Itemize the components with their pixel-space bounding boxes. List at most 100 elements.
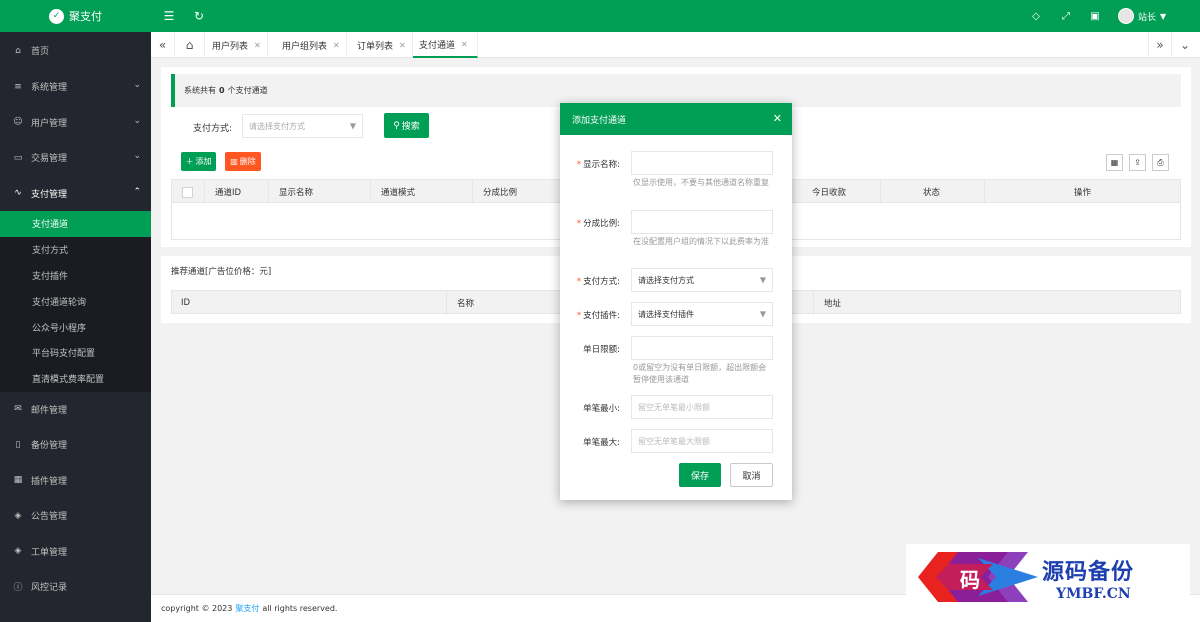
day-limit-input[interactable] (631, 336, 773, 360)
tab-user-group[interactable]: 用户组列表 ✕ (276, 32, 347, 58)
ratio-input[interactable] (631, 210, 773, 234)
col-ratio: 分成比例 (472, 180, 572, 204)
sidebar-sub-plugin[interactable]: 支付插件 (0, 263, 151, 289)
sidebar-sub-channel[interactable]: 支付通道 (0, 211, 151, 237)
lock-icon[interactable]: ▣ (1087, 0, 1103, 32)
delete-label: 删除 (239, 157, 256, 166)
sidebar-sub-rate[interactable]: 直清模式费率配置 (0, 366, 151, 392)
sidebar-item-system[interactable]: ≡ 系统管理 ⌄ (0, 69, 151, 105)
refresh-icon[interactable]: ↻ (190, 0, 208, 32)
file-icon: ▭ (13, 152, 23, 163)
close-icon[interactable]: ✕ (461, 40, 468, 49)
sidebar-item-backup[interactable]: ▯ 备份管理 (0, 427, 151, 463)
modal-header: 添加支付通道 ✕ (560, 103, 792, 135)
tab-label: 用户组列表 (282, 41, 328, 52)
chevron-down-icon: ⌄ (133, 151, 141, 161)
tab-scroll-left-icon[interactable]: « (151, 32, 175, 58)
close-icon[interactable]: ✕ (333, 41, 340, 50)
filter-placeholder: 请选择支付方式 (249, 121, 305, 131)
sidebar-item-notice[interactable]: ◈ 公告管理 (0, 498, 151, 534)
menu-toggle-icon[interactable]: ☰ (160, 0, 178, 32)
columns-icon[interactable]: ▦ (1106, 154, 1123, 171)
home-icon: ⌂ (15, 45, 21, 56)
sidebar-item-risk[interactable]: ⓘ 风控记录 (0, 569, 151, 605)
app-title: 聚支付 (69, 10, 102, 23)
delete-button[interactable]: ▥ 删除 (225, 152, 261, 171)
sidebar-item-plugin[interactable]: ▦ 插件管理 (0, 463, 151, 499)
max-placeholder: 留空无单笔最大限额 (638, 436, 710, 446)
export-icon[interactable]: ⇪ (1129, 154, 1146, 171)
watermark-title: 源码备份 (1042, 559, 1135, 585)
fullscreen-icon[interactable]: ⤢ (1058, 0, 1074, 32)
sidebar-item-label: 邮件管理 (31, 405, 68, 416)
max-label: 单笔最大: (583, 438, 620, 448)
pay-type-select[interactable]: 请选择支付方式 ▼ (631, 268, 773, 292)
user-menu[interactable]: 站长 ▼ (1118, 0, 1166, 32)
close-icon[interactable]: ✕ (773, 112, 782, 125)
display-name-input[interactable] (631, 151, 773, 175)
search-button[interactable]: ⚲ 搜索 (384, 113, 429, 138)
close-icon[interactable]: ✕ (399, 41, 406, 50)
pay-type-label: * 支付方式: (576, 277, 620, 287)
select-all-checkbox[interactable] (182, 180, 193, 204)
save-button[interactable]: 保存 (679, 463, 721, 487)
app-logo[interactable]: ✓ 聚支付 (0, 0, 151, 32)
ratio-label: * 分成比例: (576, 219, 620, 229)
sidebar-item-label: 工单管理 (31, 547, 68, 558)
sidebar-item-label: 交易管理 (31, 154, 68, 165)
tab-orders[interactable]: 订单列表 ✕ (351, 32, 413, 58)
caret-down-icon: ▼ (759, 275, 766, 285)
sidebar-item-label: 风控记录 (31, 583, 68, 594)
add-button[interactable]: ＋添加 (181, 152, 216, 171)
sidebar: ⌂ 首页 ≡ 系统管理 ⌄ ☺ 用户管理 ⌄ ▭ 交易管理 ⌄ ∿ 支付管理 ⌃… (0, 32, 151, 622)
min-label: 单笔最小: (583, 404, 620, 414)
display-name-tip: 仅显示使用，不要与其他通道名称重复 (633, 178, 769, 187)
backup-icon: ▯ (15, 439, 21, 450)
chevron-down-icon: ⌄ (133, 115, 141, 126)
sidebar-item-users[interactable]: ☺ 用户管理 ⌄ (0, 105, 151, 141)
sidebar-sub-paytype[interactable]: 支付方式 (0, 237, 151, 263)
sidebar-sub-wechat[interactable]: 公众号小程序 (0, 314, 151, 340)
notice-text: 个支付通道 (227, 86, 268, 95)
sidebar-item-payment[interactable]: ∿ 支付管理 ⌃ (0, 176, 151, 212)
tab-user-list[interactable]: 用户列表 ✕ (206, 32, 268, 58)
sidebar-submenu: 支付通道 支付方式 支付插件 支付通道轮询 公众号小程序 平台码支付配置 直清模… (0, 211, 151, 392)
col-rec-name: 名称 (446, 291, 474, 315)
sidebar-item-home[interactable]: ⌂ 首页 (0, 32, 151, 69)
sidebar-item-label: 支付管理 (31, 189, 68, 200)
trash-icon: ▥ (230, 157, 238, 166)
pay-type-filter[interactable]: 请选择支付方式 ▼ (242, 114, 363, 138)
tab-bar: « ⌂ 用户列表 ✕ 用户组列表 ✕ 订单列表 ✕ 支付通道 ✕ » ⌄ (151, 32, 1200, 58)
footer-link[interactable]: 聚支付 (235, 603, 259, 614)
sidebar-sub-roll[interactable]: 支付通道轮询 (0, 288, 151, 314)
sidebar-sub-platform[interactable]: 平台码支付配置 (0, 340, 151, 366)
notice-text: 系统共有 (184, 86, 216, 95)
col-rec-url: 地址 (813, 291, 841, 315)
max-input[interactable]: 留空无单笔最大限额 (631, 429, 773, 453)
search-icon: ⚲ (393, 120, 400, 131)
sliders-icon: ≡ (14, 81, 22, 92)
min-input[interactable]: 留空无单笔最小限额 (631, 395, 773, 419)
sidebar-item-label: 插件管理 (31, 476, 68, 487)
pulse-icon: ∿ (14, 188, 22, 199)
tab-label: 支付通道 (419, 40, 456, 51)
tab-pay-channel[interactable]: 支付通道 ✕ (413, 32, 478, 58)
tag-icon[interactable]: ◇ (1028, 0, 1044, 32)
sidebar-item-ticket[interactable]: ◈ 工单管理 (0, 534, 151, 570)
tab-scroll-right-icon[interactable]: » (1148, 32, 1172, 58)
sidebar-item-label: 备份管理 (31, 441, 68, 452)
tab-label: 订单列表 (357, 41, 394, 52)
avatar (1118, 8, 1134, 24)
sidebar-item-mail[interactable]: ✉ 邮件管理 (0, 392, 151, 428)
print-icon[interactable]: ⎙ (1152, 154, 1169, 171)
cancel-button[interactable]: 取消 (730, 463, 773, 487)
search-label: 搜索 (401, 122, 420, 132)
tab-home-icon[interactable]: ⌂ (175, 32, 205, 58)
user-icon: ☺ (13, 117, 23, 128)
sidebar-item-trade[interactable]: ▭ 交易管理 ⌄ (0, 140, 151, 176)
ratio-tip: 在没配置用户组的情况下以此费率为准 (633, 237, 769, 246)
close-icon[interactable]: ✕ (254, 41, 261, 50)
tab-menu-icon[interactable]: ⌄ (1173, 32, 1197, 58)
channel-count: 0 (219, 86, 225, 95)
plugin-select[interactable]: 请选择支付插件 ▼ (631, 302, 773, 326)
